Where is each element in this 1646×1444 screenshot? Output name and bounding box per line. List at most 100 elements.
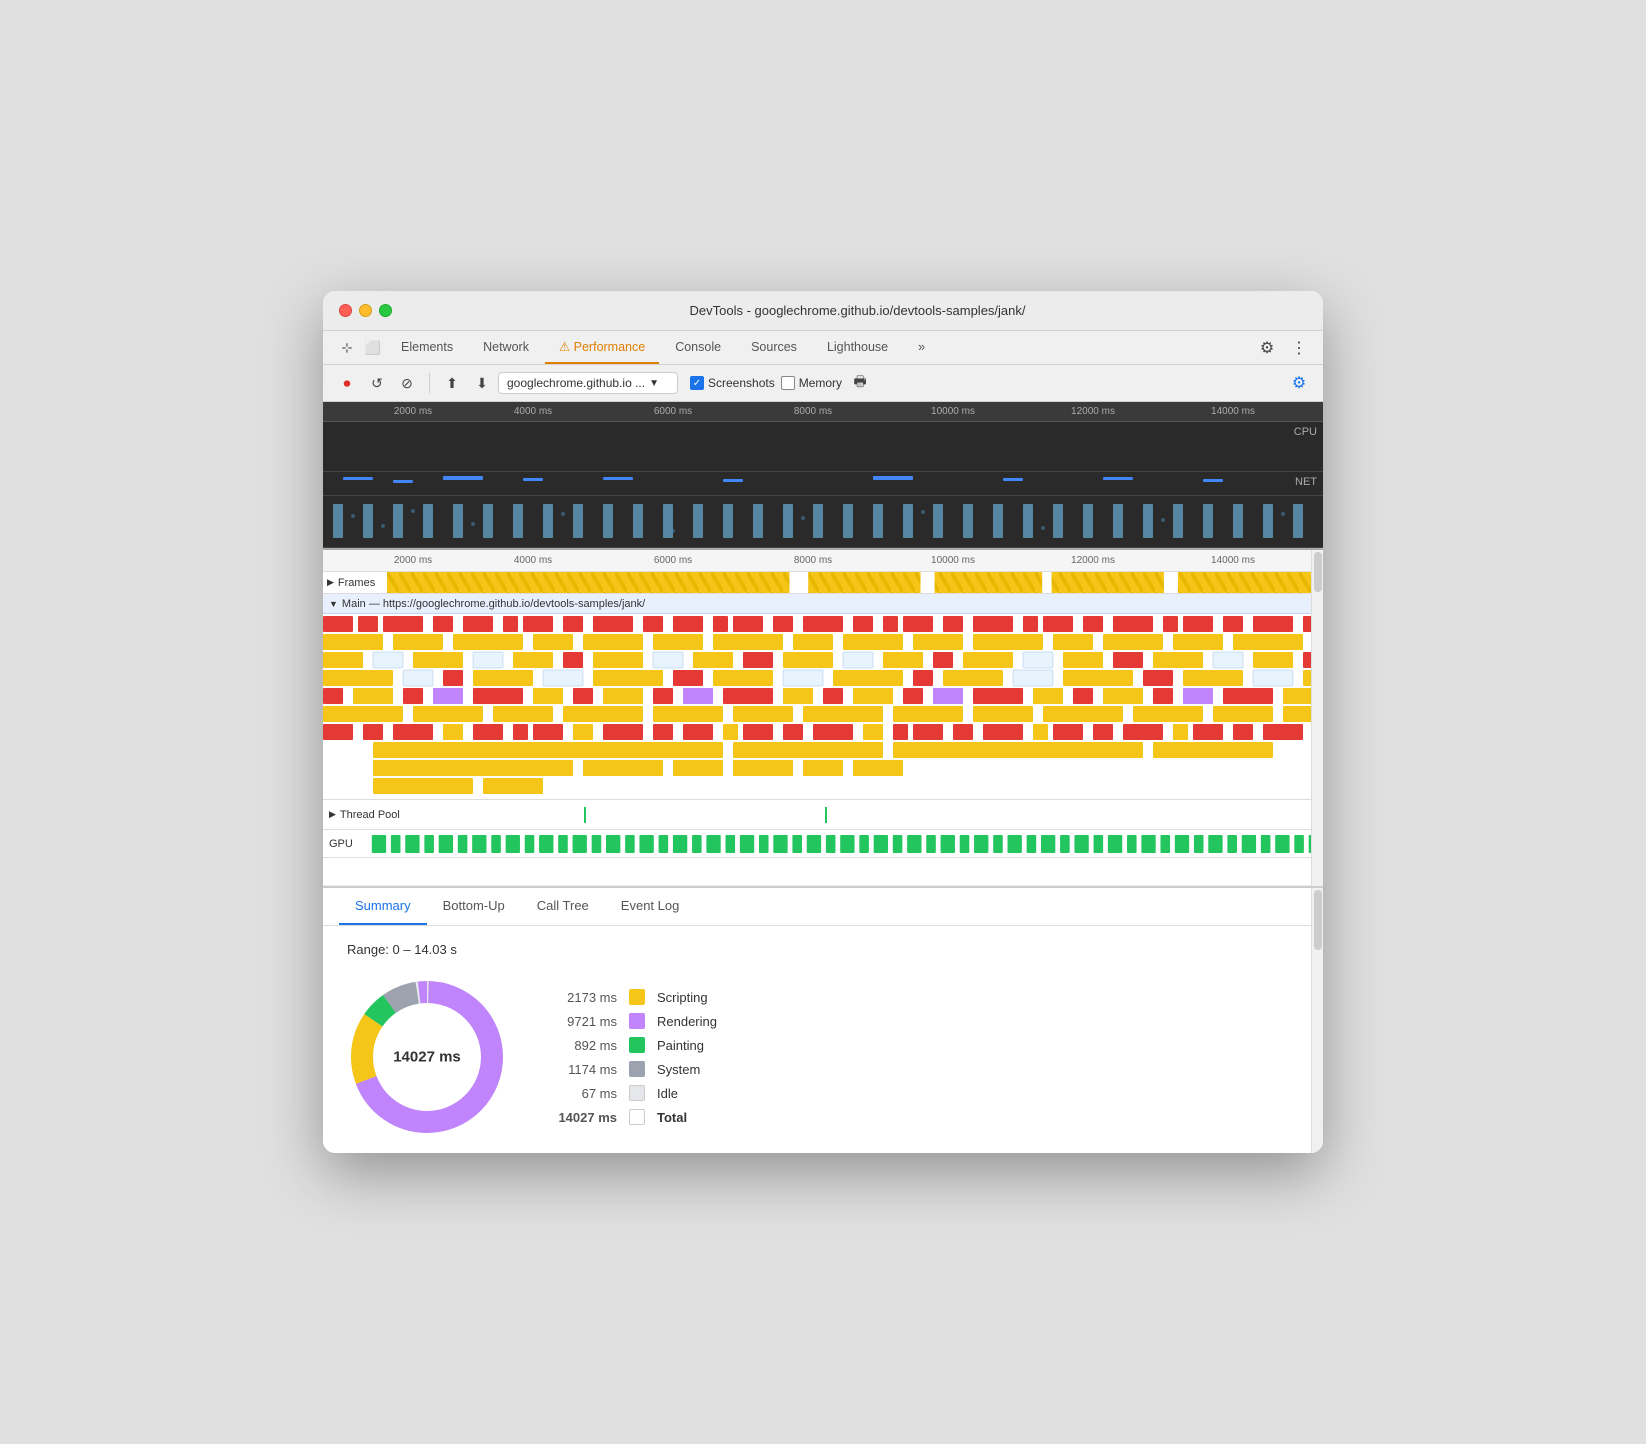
url-display: googlechrome.github.io ... ▼ [498,372,678,394]
flame-ruler-6000: 6000 ms [654,555,692,566]
toolbar-icons: ⏺ ↺ ⊘ ⬆ ⬇ [335,371,494,395]
empty-row [323,858,1323,886]
screenshots-label: Screenshots [708,376,775,390]
stat-label-system: System [657,1062,700,1077]
select-tool-icon[interactable]: ⊹ [335,336,359,360]
tab-sources[interactable]: Sources [737,332,811,364]
flame-ruler-10000: 10000 ms [931,555,975,566]
flame-chart-container: 2000 ms 4000 ms 6000 ms 8000 ms 10000 ms… [323,548,1323,886]
stat-row-scripting: 2173 ms Scripting [547,989,717,1005]
maximize-button[interactable] [379,304,392,317]
tab-more[interactable]: » [904,332,939,364]
stat-row-total: 14027 ms Total [547,1109,717,1125]
flame-ruler-8000: 8000 ms [794,555,832,566]
tab-event-log[interactable]: Event Log [605,888,696,925]
net-overview: NET [323,472,1323,496]
ruler-6000: 6000 ms [654,406,692,417]
record-button[interactable]: ⏺ [335,371,359,395]
url-dropdown-icon[interactable]: ▼ [649,378,659,389]
stats-table: 2173 ms Scripting 9721 ms Rendering 892 … [547,989,717,1125]
flame-svg [323,614,1323,799]
main-flame-chart [323,614,1323,799]
memory-checkbox[interactable] [781,376,795,390]
scrollbar-thumb[interactable] [1314,552,1322,592]
devtools-window: DevTools - googlechrome.github.io/devtoo… [323,291,1323,1153]
gpu-row: GPU [323,830,1323,858]
stat-label-scripting: Scripting [657,990,708,1005]
tab-performance[interactable]: ⚠ ⚠ PerformancePerformance [545,331,659,364]
thread-pool-expand-icon[interactable]: ▶ [329,809,336,820]
inspect-icon[interactable]: ⬜ [361,336,385,360]
gpu-bars [367,830,1323,857]
performance-toolbar: ⏺ ↺ ⊘ ⬆ ⬇ googlechrome.github.io ... ▼ S… [323,365,1323,402]
stat-value-rendering: 9721 ms [547,1014,617,1029]
download-button[interactable]: ⬇ [470,371,494,395]
gpu-label: GPU [323,838,367,850]
clear-button[interactable]: ⊘ [395,371,419,395]
timeline-scrollbar[interactable] [1311,550,1323,886]
stat-value-total: 14027 ms [547,1110,617,1125]
screenshots-row [323,496,1323,548]
stat-row-idle: 67 ms Idle [547,1085,717,1101]
frames-label: ▶ Frames [323,577,387,589]
cpu-overview: CPU [323,422,1323,472]
ruler-12000: 12000 ms [1071,406,1115,417]
traffic-lights [339,304,392,317]
flame-ruler-14000: 14000 ms [1211,555,1255,566]
net-chart [323,472,1323,495]
screenshots-checkbox-label[interactable]: Screenshots [690,376,775,390]
stat-value-scripting: 2173 ms [547,990,617,1005]
url-text: googlechrome.github.io ... [507,376,645,390]
range-text: Range: 0 – 14.03 s [347,942,1299,957]
stat-color-total [629,1109,645,1125]
separator-1 [429,373,430,393]
stat-label-total: Total [657,1110,687,1125]
flame-ruler-2000: 2000 ms [394,555,432,566]
frames-row: ▶ Frames [323,572,1323,594]
stat-label-idle: Idle [657,1086,678,1101]
bottom-scrollbar-thumb[interactable] [1314,890,1322,950]
tab-bottom-up[interactable]: Bottom-Up [427,888,521,925]
stat-row-rendering: 9721 ms Rendering [547,1013,717,1029]
tab-network[interactable]: Network [469,332,543,364]
more-options-icon[interactable]: ⋮ [1287,336,1311,360]
bottom-scrollbar[interactable] [1311,888,1323,1153]
settings-icon[interactable]: ⚙ [1255,336,1279,360]
tab-console[interactable]: Console [661,332,735,364]
minimize-button[interactable] [359,304,372,317]
tab-elements[interactable]: Elements [387,332,467,364]
main-section-label: Main — https://googlechrome.github.io/de… [342,598,645,610]
frames-text: Frames [338,577,375,589]
screenshots-checkbox[interactable] [690,376,704,390]
bottom-panel: Summary Bottom-Up Call Tree Event Log Ra… [323,886,1323,1153]
net-label: NET [1295,476,1317,488]
stat-value-system: 1174 ms [547,1062,617,1077]
performance-settings-icon[interactable]: ⚙ [1287,371,1311,395]
flame-ruler: 2000 ms 4000 ms 6000 ms 8000 ms 10000 ms… [323,550,1323,572]
reload-record-button[interactable]: ↺ [365,371,389,395]
gpu-chart [367,833,1323,855]
stat-label-rendering: Rendering [657,1014,717,1029]
frames-expand-icon[interactable]: ▶ [327,577,334,588]
thread-pool-row: ▶ Thread Pool [323,800,1323,830]
tab-call-tree[interactable]: Call Tree [521,888,605,925]
main-header: ▼ Main — https://googlechrome.github.io/… [323,594,1323,614]
overview-ruler: 2000 ms 4000 ms 6000 ms 8000 ms 10000 ms… [323,402,1323,422]
frames-bar [387,572,1323,593]
capture-settings-icon[interactable]: 🖶 [848,371,872,395]
memory-checkbox-label[interactable]: Memory [781,376,842,390]
flame-ruler-4000: 4000 ms [514,555,552,566]
main-collapse-icon[interactable]: ▼ [329,599,338,609]
tab-lighthouse[interactable]: Lighthouse [813,332,902,364]
upload-button[interactable]: ⬆ [440,371,464,395]
stat-row-system: 1174 ms System [547,1061,717,1077]
ruler-14000: 14000 ms [1211,406,1255,417]
donut-chart: 14027 ms [347,977,507,1137]
tab-summary[interactable]: Summary [339,888,427,925]
screenshots-chart [323,496,1323,547]
close-button[interactable] [339,304,352,317]
ruler-2000: 2000 ms [394,406,432,417]
stat-color-system [629,1061,645,1077]
title-bar: DevTools - googlechrome.github.io/devtoo… [323,291,1323,331]
ruler-10000: 10000 ms [931,406,975,417]
